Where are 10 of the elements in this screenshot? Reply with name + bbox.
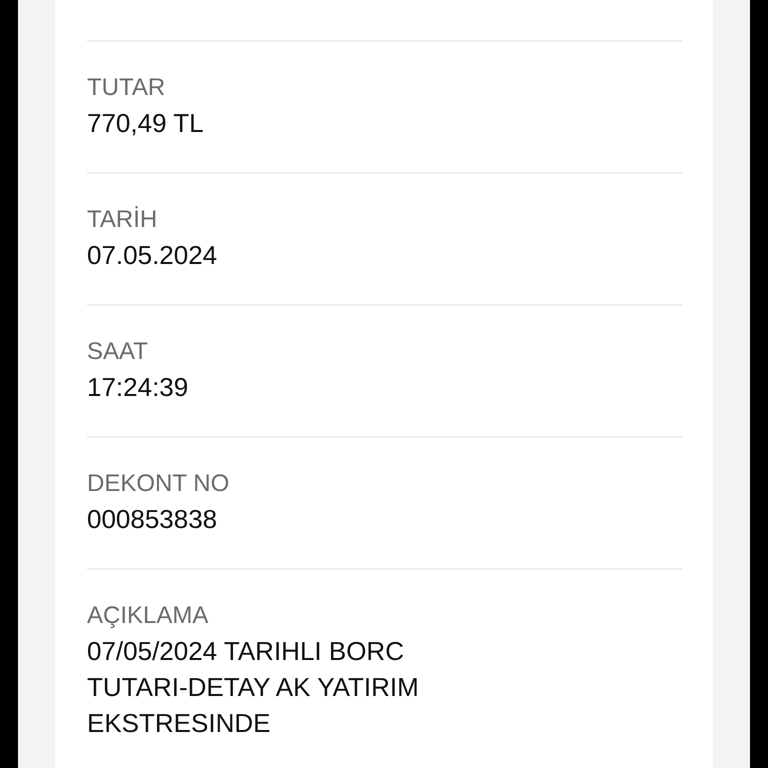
field-value: 07.05.2024 <box>87 239 218 272</box>
field-label: DEKONT NO <box>87 469 230 499</box>
field-label: SAAT <box>87 337 149 367</box>
field-value: 000853838 <box>87 503 218 536</box>
field-value: 17:24:39 <box>87 371 190 404</box>
field-label: TARİH <box>87 205 158 235</box>
field-label: AÇIKLAMA <box>87 601 210 631</box>
field-label: TUTAR <box>87 73 166 103</box>
field-value: 770,49 TL <box>87 107 205 140</box>
field-value: 07/05/2024 TARIHLI BORC TUTARI-DETAY AK YATIRIM EKSTRESINDE <box>87 635 420 740</box>
